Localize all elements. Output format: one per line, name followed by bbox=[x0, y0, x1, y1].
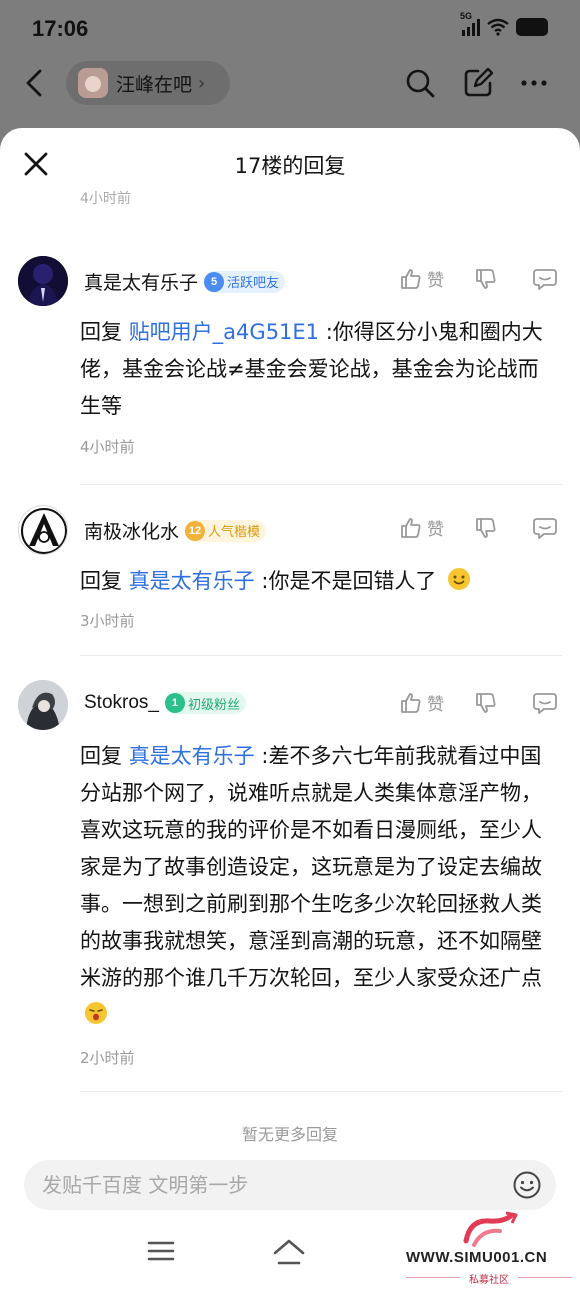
like-button[interactable]: 赞 bbox=[399, 690, 444, 715]
avatar-image bbox=[18, 680, 68, 730]
reply-content: :你是不是回错人了 bbox=[254, 569, 437, 593]
emoji-icon[interactable] bbox=[512, 1170, 542, 1200]
username[interactable]: 南极冰化水 bbox=[84, 517, 179, 544]
username[interactable]: 真是太有乐子 bbox=[84, 268, 198, 295]
mention-link[interactable]: 真是太有乐子 bbox=[129, 744, 255, 768]
forum-name: 汪峰在吧 bbox=[116, 73, 193, 96]
watermark-logo bbox=[463, 1211, 518, 1247]
badge-label: 活跃吧友 bbox=[227, 276, 280, 291]
username-row: Stokros_ 1 初级粉丝 bbox=[84, 692, 246, 714]
avatar-image bbox=[18, 256, 68, 306]
reply-prefix: 回复 bbox=[80, 569, 129, 593]
reply-text: 回复 真是太有乐子 :你是不是回错人了 bbox=[80, 563, 550, 600]
like-label: 赞 bbox=[427, 271, 444, 291]
badge-label: 人气楷模 bbox=[208, 525, 261, 540]
comment-icon[interactable] bbox=[532, 516, 558, 540]
reply-sheet: 17楼的回复 4小时前 真是太有乐子 5 活跃吧友 赞 回复 贴吧用户_a4G5… bbox=[0, 128, 580, 1289]
like-button[interactable]: 赞 bbox=[399, 266, 444, 291]
like-label: 赞 bbox=[427, 695, 444, 715]
avatar[interactable] bbox=[18, 505, 68, 555]
reply-content: :差不多六七年前我就看过中国分站那个网了，说难听点就是人类集体意淫产物，喜欢这玩… bbox=[80, 744, 542, 990]
reply-time: 3小时前 bbox=[80, 612, 135, 630]
forum-pill[interactable]: 汪峰在吧 › bbox=[66, 61, 230, 105]
reply-prefix: 回复 bbox=[80, 744, 129, 768]
reply-actions: 赞 bbox=[399, 266, 558, 291]
more-icon[interactable] bbox=[518, 67, 550, 99]
level-badge: 5 活跃吧友 bbox=[204, 270, 286, 293]
mention-link[interactable]: 贴吧用户_a4G51E1 bbox=[129, 320, 319, 344]
reply-text: 回复 贴吧用户_a4G51E1 :你得区分小鬼和圈内大佬，基金会论战≠基金会爱论… bbox=[80, 314, 550, 425]
thumbs-down-icon[interactable] bbox=[474, 691, 498, 715]
no-more-replies: 暂无更多回复 bbox=[241, 1125, 338, 1144]
search-icon[interactable] bbox=[404, 67, 436, 99]
reply-input[interactable] bbox=[42, 1173, 482, 1197]
comment-icon[interactable] bbox=[532, 691, 558, 715]
watermark: WWW.SIMU001.CN 私募社区 bbox=[402, 1211, 580, 1289]
like-label: 赞 bbox=[427, 520, 444, 540]
level-badge: 12 人气楷模 bbox=[185, 519, 267, 542]
username-row: 真是太有乐子 5 活跃吧友 bbox=[84, 268, 286, 295]
reply-time: 4小时前 bbox=[80, 438, 135, 456]
sheet-title: 17楼的回复 bbox=[234, 154, 346, 178]
status-icons: 5G bbox=[460, 11, 548, 36]
watermark-subtitle: 私募社区 bbox=[402, 1271, 576, 1286]
avatar-image bbox=[21, 508, 67, 554]
sheet-header: 17楼的回复 4小时前 bbox=[0, 128, 580, 207]
username[interactable]: Stokros_ bbox=[84, 692, 159, 714]
battery-icon bbox=[516, 18, 548, 36]
smile-emoji-icon bbox=[448, 568, 471, 590]
comment-icon[interactable] bbox=[532, 267, 558, 291]
level-number: 5 bbox=[204, 271, 225, 292]
chevron-right-icon: › bbox=[198, 72, 206, 94]
mention-link[interactable]: 真是太有乐子 bbox=[129, 569, 255, 593]
forum-avatar bbox=[78, 68, 108, 98]
like-button[interactable]: 赞 bbox=[399, 515, 444, 540]
menu-icon[interactable] bbox=[146, 1238, 176, 1264]
divider bbox=[80, 1091, 562, 1092]
top-nav: 汪峰在吧 › bbox=[0, 50, 580, 116]
reply-actions: 赞 bbox=[399, 515, 558, 540]
wifi-icon bbox=[487, 18, 509, 36]
reply-actions: 赞 bbox=[399, 690, 558, 715]
level-badge: 1 初级粉丝 bbox=[164, 692, 246, 714]
divider bbox=[80, 655, 562, 656]
reply-time: 2小时前 bbox=[80, 1049, 135, 1067]
level-number: 12 bbox=[185, 520, 206, 541]
thumbs-down-icon[interactable] bbox=[474, 516, 498, 540]
avatar[interactable] bbox=[18, 256, 68, 306]
reply-prefix: 回复 bbox=[80, 320, 129, 344]
status-time: 17:06 bbox=[32, 16, 89, 41]
home-icon[interactable] bbox=[272, 1238, 306, 1266]
edit-post-icon[interactable] bbox=[462, 67, 494, 99]
thumbs-up-icon bbox=[401, 268, 421, 289]
avatar[interactable] bbox=[18, 680, 68, 730]
level-number: 1 bbox=[164, 693, 185, 713]
signal-icon: 5G bbox=[460, 11, 480, 36]
watermark-url: WWW.SIMU001.CN bbox=[406, 1249, 548, 1266]
thumbs-up-icon bbox=[401, 692, 421, 713]
surprised-emoji-icon bbox=[85, 1002, 107, 1024]
username-row: 南极冰化水 12 人气楷模 bbox=[84, 517, 267, 544]
network-type: 5G bbox=[460, 11, 473, 21]
divider bbox=[80, 484, 562, 485]
thumbs-up-icon bbox=[401, 517, 421, 538]
reply-text: 回复 真是太有乐子 :差不多六七年前我就看过中国分站那个网了，说难听点就是人类集… bbox=[80, 738, 550, 1034]
back-arrow-icon[interactable] bbox=[22, 67, 48, 99]
reply-input-bar[interactable] bbox=[24, 1160, 556, 1210]
badge-label: 初级粉丝 bbox=[187, 697, 240, 713]
peek-time: 4小时前 bbox=[80, 191, 131, 207]
thumbs-down-icon[interactable] bbox=[474, 267, 498, 291]
